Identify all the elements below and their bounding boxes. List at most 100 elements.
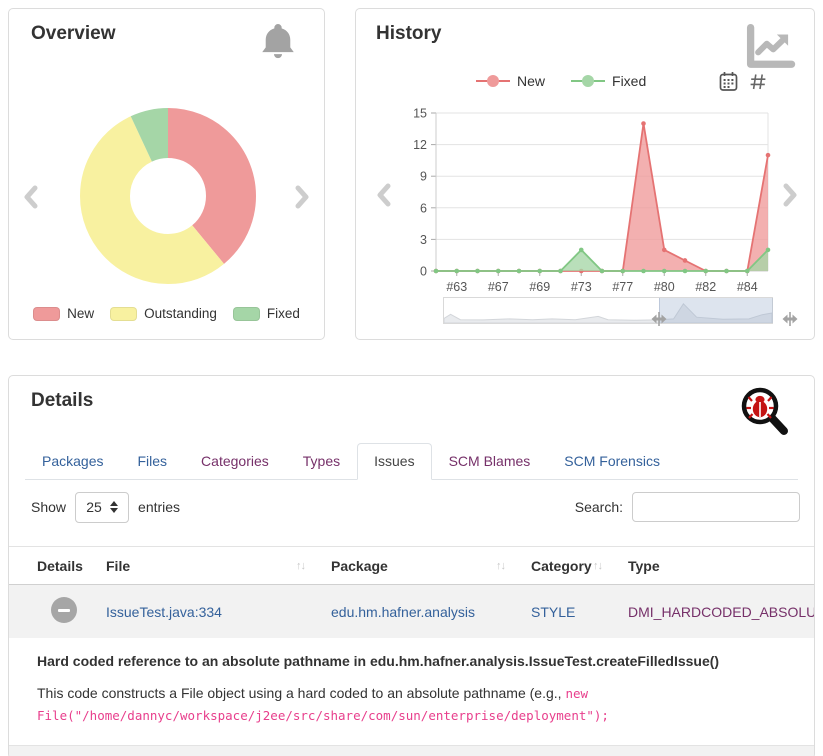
data-point-new[interactable] [662,248,667,253]
hashtag-icon[interactable] [748,71,768,97]
data-point-new[interactable] [641,121,646,126]
data-point-fixed[interactable] [745,269,750,274]
sort-icon[interactable]: ↑↓ [496,560,505,572]
file-link[interactable]: IssueTest.java:334 [106,604,222,620]
data-point-fixed[interactable] [620,269,625,274]
select-arrows-icon [110,501,118,513]
calendar-icon[interactable] [719,71,738,97]
overview-carousel-next-button[interactable] [294,185,310,209]
sort-icon[interactable]: ↑↓ [296,560,305,572]
data-point-new[interactable] [683,258,688,263]
data-point-fixed[interactable] [579,248,584,253]
collapse-row-button[interactable] [51,597,77,623]
row-category-cell: STYLE [531,604,628,620]
tab-issues[interactable]: Issues [357,443,431,480]
legend-swatch-icon [110,307,137,321]
svg-text:#77: #77 [612,280,633,294]
svg-text:3: 3 [420,233,427,247]
show-label: Show [31,499,66,515]
svg-text:0: 0 [420,265,427,279]
data-point-fixed[interactable] [724,269,729,274]
column-label: Category [531,558,592,574]
overview-donut-chart[interactable] [80,108,256,284]
history-carousel-prev-button[interactable] [376,183,392,207]
data-point-fixed[interactable] [641,269,646,274]
bell-icon [256,19,300,70]
svg-text:6: 6 [420,201,427,215]
tab-scm-blames[interactable]: SCM Blames [432,443,548,479]
data-point-fixed[interactable] [434,269,439,274]
data-point-new[interactable] [766,153,771,158]
legend-label: Outstanding [144,306,217,321]
data-point-fixed[interactable] [703,269,708,274]
legend-item-fixed[interactable]: Fixed [571,73,646,89]
column-header-category[interactable]: Category↑↓ [531,558,628,574]
datazoom-slider[interactable] [443,297,773,324]
chevron-right-icon [294,185,310,209]
next-table-row-stub [9,745,814,756]
details-tabs: PackagesFilesCategoriesTypesIssuesSCM Bl… [25,443,798,480]
legend-item-new[interactable]: New [33,306,94,321]
legend-item-new[interactable]: New [476,73,545,89]
tab-scm-forensics[interactable]: SCM Forensics [547,443,677,479]
history-card: History NewFixed [355,8,815,340]
data-point-fixed[interactable] [454,269,459,274]
row-package-cell: edu.hm.hafner.analysis [331,604,531,620]
data-point-fixed[interactable] [475,269,480,274]
legend-item-fixed[interactable]: Fixed [233,306,300,321]
data-point-fixed[interactable] [600,269,605,274]
legend-label: New [517,73,545,89]
data-point-fixed[interactable] [517,269,522,274]
legend-marker-icon [476,75,510,87]
issues-table-row: IssueTest.java:334 edu.hm.hafner.analysi… [9,585,814,638]
column-header-package[interactable]: Package↑↓ [331,558,531,574]
search-input[interactable] [632,492,800,522]
package-link[interactable]: edu.hm.hafner.analysis [331,604,475,620]
data-point-fixed[interactable] [537,269,542,274]
legend-label: New [67,306,94,321]
datazoom-selected-range[interactable] [659,298,773,323]
column-header-details: Details [9,558,106,574]
data-point-fixed[interactable] [766,248,771,253]
column-label: Details [37,558,83,574]
bug-magnifier-icon [736,384,792,447]
history-legend[interactable]: New Fixed [476,73,646,89]
overview-carousel-prev-button[interactable] [23,185,39,209]
data-point-fixed[interactable] [558,269,563,274]
tab-types[interactable]: Types [286,443,357,479]
svg-text:#73: #73 [571,280,592,294]
data-point-fixed[interactable] [662,269,667,274]
sort-icon[interactable]: ↑↓ [593,560,602,572]
tab-files[interactable]: Files [120,443,184,479]
category-link[interactable]: STYLE [531,604,575,620]
legend-label: Fixed [267,306,300,321]
svg-text:12: 12 [413,138,427,152]
svg-text:#82: #82 [695,280,716,294]
history-area-chart[interactable]: 03691215#63#67#69#73#77#80#82#84 [374,97,784,295]
column-header-file[interactable]: File↑↓ [106,558,331,574]
overview-card: Overview NewOutstandingFixed [8,8,325,340]
row-file-cell: IssueTest.java:334 [106,604,331,620]
issue-expansion-title: Hard coded reference to an absolute path… [37,653,792,669]
chevron-left-icon [376,183,392,207]
entries-label: entries [138,499,180,515]
svg-text:#69: #69 [529,280,550,294]
details-title: Details [31,390,93,412]
page-size-select[interactable]: 25 [75,492,129,523]
legend-item-outstanding[interactable]: Outstanding [110,306,217,321]
details-card: Details PackagesFilesCategoriesTypesIssu… [8,375,815,756]
page-size-control: Show 25 entries [31,492,180,523]
issue-description-text: This code constructs a File object using… [37,685,565,701]
history-carousel-next-button[interactable] [782,183,798,207]
legend-label: Fixed [612,73,646,89]
data-point-fixed[interactable] [683,269,688,274]
table-toolbar: Show 25 entries Search: [31,490,800,524]
column-header-type: Type [628,558,814,574]
data-point-fixed[interactable] [496,269,501,274]
svg-text:9: 9 [420,170,427,184]
svg-text:#80: #80 [654,280,675,294]
tab-categories[interactable]: Categories [184,443,286,479]
type-link[interactable]: DMI_HARDCODED_ABSOLU [628,604,814,620]
tab-packages[interactable]: Packages [25,443,120,479]
area-new [436,124,768,272]
